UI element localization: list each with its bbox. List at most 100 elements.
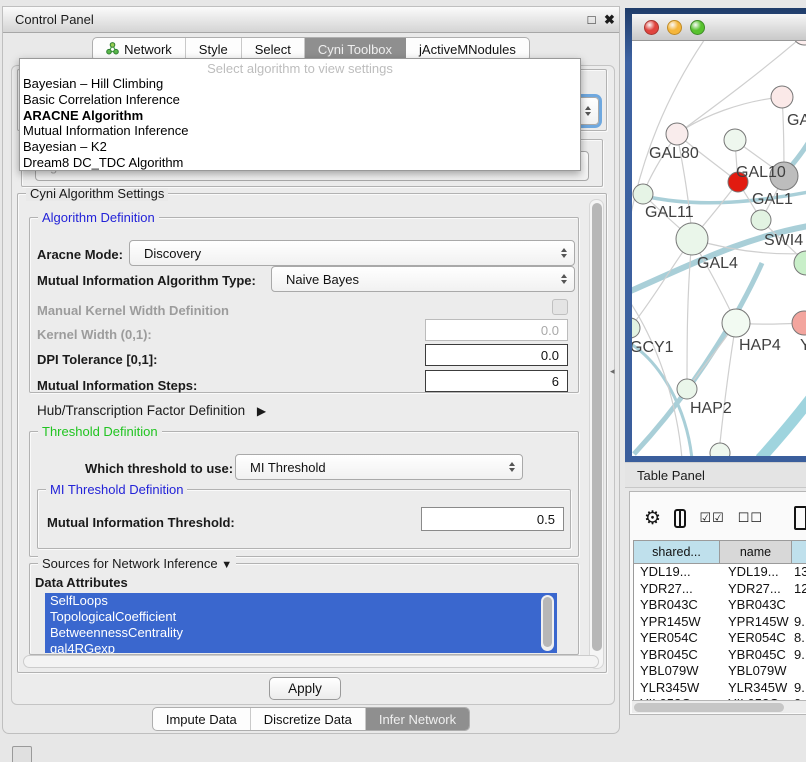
column-header-col3[interactable] [792, 541, 806, 563]
table-row[interactable]: YPR145WYPR145W9. [634, 614, 806, 631]
attributes-scrollbar[interactable] [541, 595, 554, 651]
node-label: Y [800, 337, 806, 354]
table-panel-title: Table Panel [637, 468, 705, 483]
close-panel-icon[interactable]: ✖ [602, 12, 617, 27]
network-node[interactable] [676, 223, 708, 255]
network-node[interactable] [710, 443, 730, 456]
network-edge[interactable] [634, 263, 762, 454]
zoom-light[interactable] [690, 20, 705, 35]
attribute-list-item[interactable]: SelfLoops [45, 593, 557, 609]
combo-spinner-icon [554, 274, 574, 284]
node-label: HAP2 [690, 400, 732, 417]
table-cell: YDL19... [634, 564, 720, 581]
node-label: GCY1 [632, 339, 674, 356]
data-attributes-label: Data Attributes [35, 575, 128, 590]
bottom-tab-discretize-data[interactable]: Discretize Data [251, 708, 366, 730]
control-panel-titlebar: Control Panel □ ✖ [3, 7, 619, 33]
aracne-mode-label: Aracne Mode: [37, 247, 123, 262]
mi-threshold-field[interactable]: 0.5 [421, 507, 564, 531]
attribute-list-item[interactable]: gal4RGexp [45, 641, 557, 653]
algorithm-option[interactable]: Basic Correlation Inference [20, 92, 580, 108]
algorithm-definition-title: Algorithm Definition [38, 210, 159, 225]
algorithm-option[interactable]: Mutual Information Inference [20, 123, 580, 139]
network-node[interactable] [771, 86, 793, 108]
algorithm-dropdown-popup: Select algorithm to view settings Bayesi… [19, 58, 581, 171]
minimize-light[interactable] [667, 20, 682, 35]
new-table-icon[interactable] [794, 506, 806, 530]
network-node[interactable] [794, 251, 806, 275]
show-columns-icon[interactable]: ☑☑ [699, 510, 724, 526]
network-edge[interactable] [632, 296, 682, 456]
network-edge[interactable] [760, 389, 806, 456]
bottom-tab-impute-data[interactable]: Impute Data [153, 708, 251, 730]
settings-scrollbar-thumb[interactable] [592, 203, 602, 651]
network-node[interactable] [792, 311, 806, 335]
network-node[interactable] [751, 210, 771, 230]
network-node[interactable] [632, 318, 640, 338]
table-cell [792, 597, 806, 614]
expand-arrow-icon[interactable]: ▶ [257, 404, 266, 418]
algorithm-option[interactable]: Bayesian – Hill Climbing [20, 76, 580, 92]
close-light[interactable] [644, 20, 659, 35]
table-cell [792, 663, 806, 680]
table-cell: YER054C [634, 630, 720, 647]
network-edge[interactable] [677, 97, 782, 134]
columns-icon[interactable] [674, 509, 686, 528]
float-panel-icon[interactable]: □ [584, 12, 599, 27]
algorithm-option[interactable]: ARACNE Algorithm [20, 108, 580, 124]
control-panel-window: Control Panel □ ✖ NetworkStyleSelectCyni… [2, 6, 620, 734]
table-row[interactable]: YDR27...YDR27...12 [634, 581, 806, 598]
algorithm-option[interactable]: Dream8 DC_TDC Algorithm [20, 155, 580, 171]
table-scrollbar-thumb[interactable] [634, 703, 784, 712]
table-row[interactable]: YBR043CYBR043C [634, 597, 806, 614]
splitter-collapse-icon[interactable]: ◂ [610, 366, 615, 377]
which-threshold-combo[interactable]: MI Threshold [235, 454, 523, 480]
table-row[interactable]: YBR045CYBR045C9. [634, 647, 806, 664]
dropdown-hint: Select algorithm to view settings [20, 62, 580, 76]
collapse-arrow-icon[interactable]: ▼ [221, 559, 232, 571]
settings-vertical-scrollbar[interactable] [589, 199, 604, 669]
mi-type-combo[interactable]: Naive Bayes [271, 266, 575, 292]
aracne-mode-combo[interactable]: Discovery [129, 240, 575, 266]
table-cell: YBR043C [720, 597, 792, 614]
table-row[interactable]: YLR345WYLR345W9. [634, 680, 806, 697]
attribute-list-item[interactable]: BetweennessCentrality [45, 625, 557, 641]
manual-kernel-checkbox[interactable] [552, 299, 568, 315]
data-attributes-list[interactable]: SelfLoopsTopologicalCoefficientBetweenne… [45, 593, 557, 653]
hub-definition-toggle[interactable]: Hub/Transcription Factor Definition ▶ [37, 403, 266, 418]
network-canvas[interactable]: GALGAL80GAL10GAL1GAL11GAL4SWI4GCY1HAP4YH… [632, 41, 806, 456]
kernel-width-field[interactable]: 0.0 [425, 319, 568, 341]
network-window-titlebar [632, 14, 806, 41]
network-node[interactable] [677, 379, 697, 399]
node-table: shared...name YDL19...YDL19...13YDR27...… [633, 540, 806, 701]
column-header-name[interactable]: name [720, 541, 792, 563]
hide-columns-icon[interactable]: ☐☐ [738, 510, 763, 526]
bottom-tab-infer-network[interactable]: Infer Network [366, 708, 469, 730]
table-row[interactable]: YER054CYER054C8. [634, 630, 806, 647]
algorithm-option-list: Bayesian – Hill ClimbingBasic Correlatio… [20, 76, 580, 171]
attribute-list-item[interactable]: TopologicalCoefficient [45, 609, 557, 625]
mi-steps-field[interactable]: 6 [425, 370, 568, 392]
table-horizontal-scrollbar[interactable] [632, 700, 806, 713]
algorithm-option[interactable]: Bayesian – K2 [20, 139, 580, 155]
table-row[interactable]: YDL19...YDL19...13 [634, 564, 806, 581]
gear-icon[interactable]: ⚙ [644, 509, 661, 528]
network-node[interactable] [666, 123, 688, 145]
apply-button[interactable]: Apply [269, 677, 341, 700]
table-row[interactable]: YBL079WYBL079W [634, 663, 806, 680]
network-node[interactable] [722, 309, 750, 337]
node-label: GAL10 [736, 164, 786, 181]
mi-steps-label: Mutual Information Steps: [37, 378, 197, 393]
bottom-tabs: Impute DataDiscretize DataInfer Network [152, 707, 470, 731]
network-node[interactable] [633, 184, 653, 204]
settings-horizontal-scrollbar[interactable] [23, 655, 599, 668]
manual-kernel-label: Manual Kernel Width Definition [37, 303, 229, 318]
network-node[interactable] [724, 129, 746, 151]
attributes-scrollbar-thumb[interactable] [543, 597, 552, 647]
table-cell: 9. [792, 680, 806, 697]
column-header-shared-[interactable]: shared... [634, 541, 720, 563]
bottom-tabstrip: Impute DataDiscretize DataInfer Network [3, 707, 619, 731]
minimized-panel-icon[interactable] [12, 746, 32, 762]
table-cell: YBL079W [634, 663, 720, 680]
dpi-tolerance-field[interactable]: 0.0 [425, 344, 568, 366]
